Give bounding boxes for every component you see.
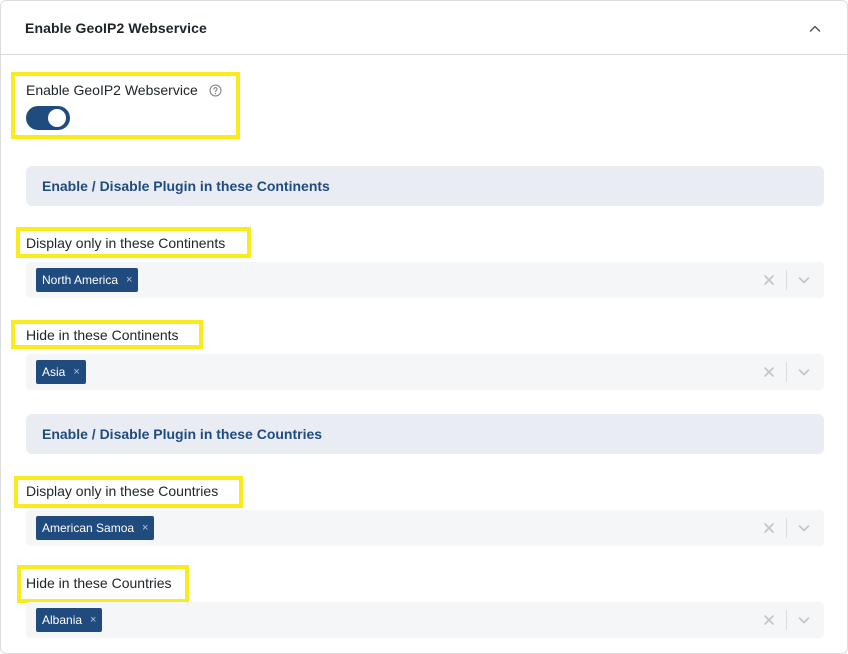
geoip-settings-panel: Enable GeoIP2 Webservice Enable GeoIP2 W… xyxy=(0,0,848,654)
tag-albania: Albania × xyxy=(36,608,103,632)
tag-label: Asia xyxy=(42,365,66,379)
tag-remove-button[interactable]: × xyxy=(90,614,96,626)
close-icon[interactable] xyxy=(762,521,776,535)
countries-section-title: Enable / Disable Plugin in these Countri… xyxy=(42,426,323,442)
display-continents-label: Display only in these Continents xyxy=(26,235,226,251)
geoip-toggle[interactable] xyxy=(26,106,70,130)
divider xyxy=(786,270,787,290)
tag-label: American Samoa xyxy=(42,521,135,535)
tag-north-america: North America × xyxy=(36,268,139,292)
chevron-down-icon[interactable] xyxy=(797,613,811,627)
chevron-up-icon xyxy=(809,25,821,32)
close-icon[interactable] xyxy=(762,273,776,287)
close-icon[interactable] xyxy=(762,613,776,627)
help-icon[interactable] xyxy=(209,84,222,97)
geoip-toggle-label: Enable GeoIP2 Webservice xyxy=(26,82,198,98)
chevron-down-icon[interactable] xyxy=(797,365,811,379)
countries-section-header: Enable / Disable Plugin in these Countri… xyxy=(26,414,824,454)
divider xyxy=(786,362,787,382)
hide-countries-select[interactable]: Albania × xyxy=(26,602,824,638)
panel-title: Enable GeoIP2 Webservice xyxy=(25,20,207,36)
continents-section-header: Enable / Disable Plugin in these Contine… xyxy=(26,166,824,206)
panel-header[interactable]: Enable GeoIP2 Webservice xyxy=(1,1,847,55)
tag-label: Albania xyxy=(42,613,83,627)
toggle-knob xyxy=(48,109,66,127)
close-icon[interactable] xyxy=(762,365,776,379)
tag-remove-button[interactable]: × xyxy=(126,274,132,286)
tag-remove-button[interactable]: × xyxy=(142,522,148,534)
display-countries-label: Display only in these Countries xyxy=(26,483,219,499)
divider xyxy=(786,518,787,538)
collapse-button[interactable] xyxy=(803,17,827,41)
tag-remove-button[interactable]: × xyxy=(73,366,79,378)
hide-continents-select[interactable]: Asia × xyxy=(26,354,824,390)
tag-asia: Asia × xyxy=(36,360,86,384)
tag-label: North America xyxy=(42,273,119,287)
display-continents-select[interactable]: North America × xyxy=(26,262,824,298)
display-countries-select[interactable]: American Samoa × xyxy=(26,510,824,546)
chevron-down-icon[interactable] xyxy=(797,273,811,287)
hide-continents-label: Hide in these Continents xyxy=(26,327,179,343)
tag-american-samoa: American Samoa × xyxy=(36,516,155,540)
hide-countries-label: Hide in these Countries xyxy=(26,575,172,591)
chevron-down-icon[interactable] xyxy=(797,521,811,535)
divider xyxy=(786,610,787,630)
continents-section-title: Enable / Disable Plugin in these Contine… xyxy=(42,178,330,194)
